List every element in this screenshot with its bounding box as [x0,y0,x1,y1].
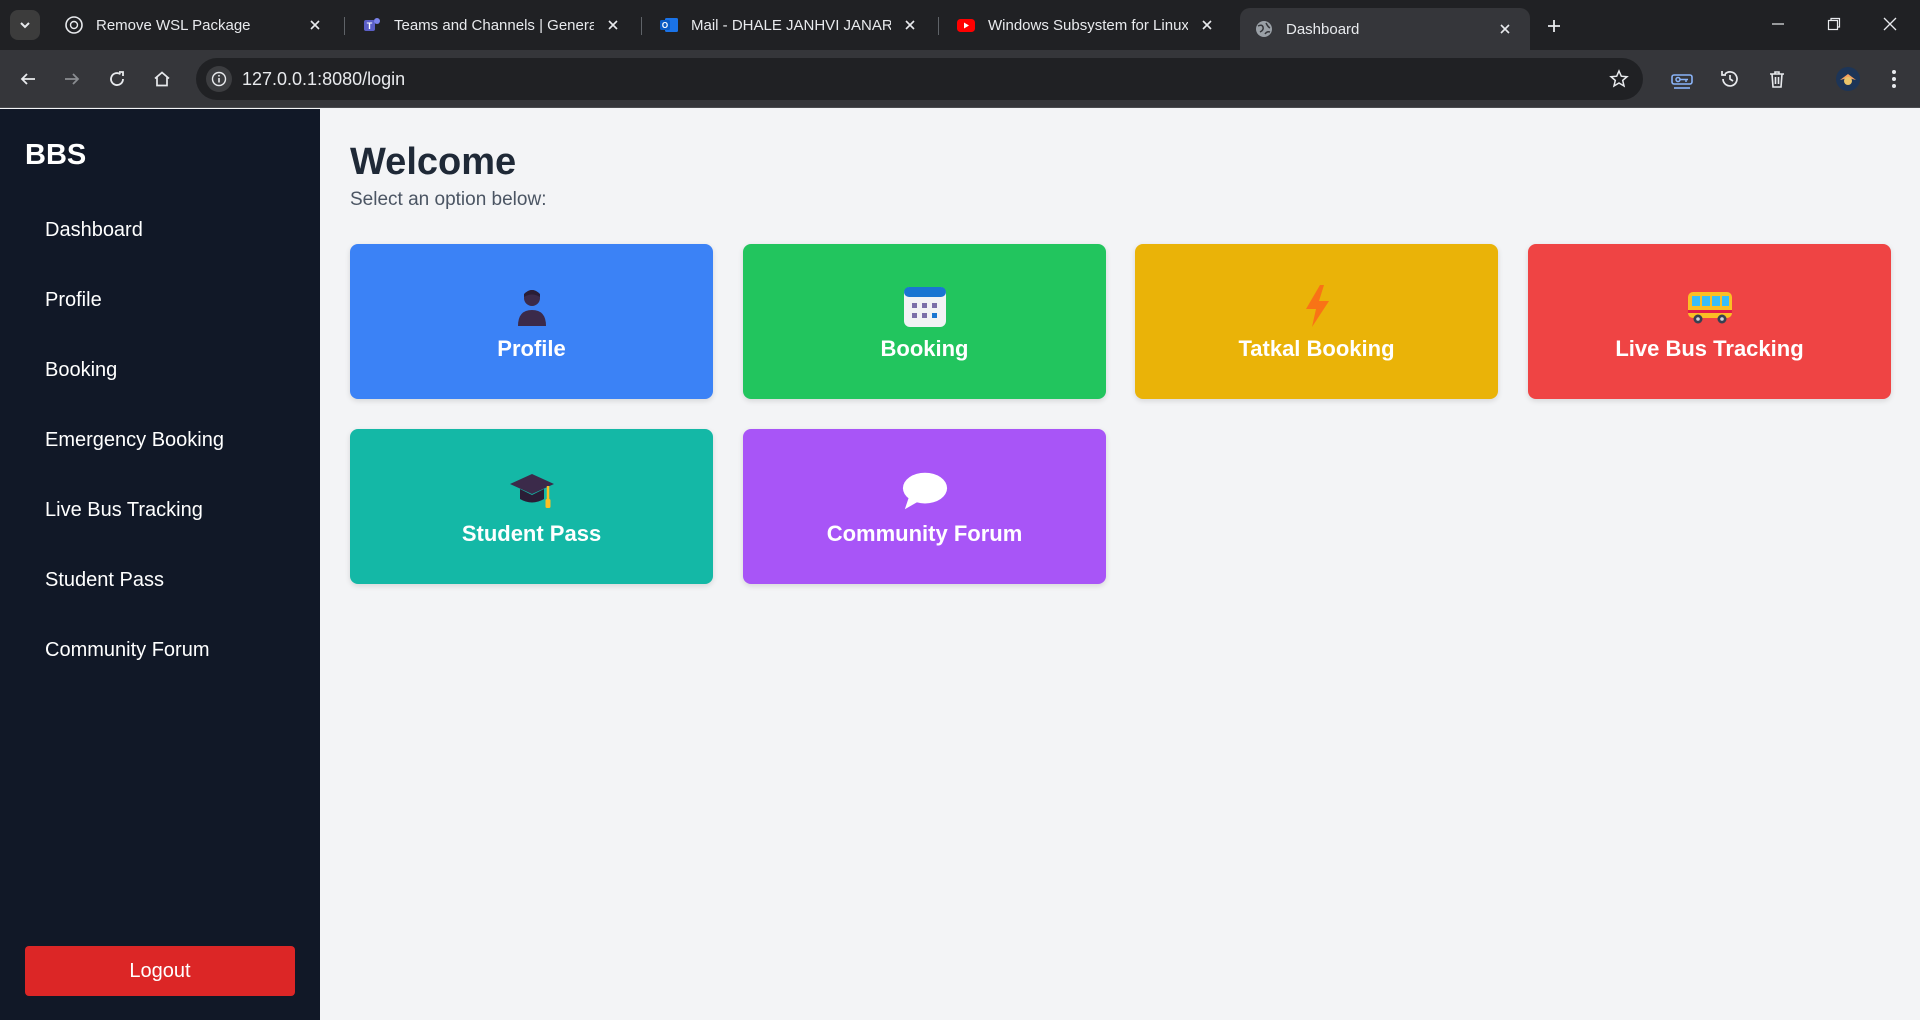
close-icon [1883,17,1897,31]
card-label: Student Pass [461,520,602,546]
close-icon[interactable] [1494,18,1516,40]
tab-title: Dashboard [1286,20,1360,38]
page-subtitle: Select an option below: [350,189,547,210]
card-tatkal-booking[interactable]: Tatkal Booking [1135,244,1498,399]
tab-remove-wsl[interactable]: Remove WSL Package [50,8,340,42]
person-icon [508,282,556,330]
card-label: Community Forum [826,520,1023,546]
sidebar-item-dashboard[interactable]: Dashboard [45,219,143,242]
sidebar-item-live-bus-tracking[interactable]: Live Bus Tracking [45,499,203,522]
bookmark-star-icon[interactable] [1607,67,1631,91]
page-title: Welcome [350,141,517,183]
sidebar-item-booking[interactable]: Booking [45,359,117,382]
tab-title: Remove WSL Package [96,16,251,34]
globe-icon [1256,21,1272,37]
close-icon[interactable] [899,14,921,36]
youtube-icon [957,19,975,32]
calendar-icon [901,282,949,330]
brand-logo: BBS [25,139,87,171]
chatgpt-icon [65,16,83,34]
teams-icon: T [364,18,380,31]
tab-title: Teams and Channels | General | [394,16,594,34]
tab-search-button[interactable] [10,10,40,40]
main-content: Welcome Select an option below: Profile … [320,109,1920,1020]
card-profile[interactable]: Profile [350,244,713,399]
plus-icon [1548,20,1560,32]
forward-button[interactable] [56,63,88,95]
bus-icon [1686,282,1734,330]
svg-text:O: O [662,21,668,30]
new-tab-button[interactable] [1540,12,1568,40]
close-icon[interactable] [304,14,326,36]
password-key-icon[interactable] [1666,63,1698,95]
card-label: Live Bus Tracking [1615,335,1804,361]
window-close-button[interactable] [1868,8,1912,40]
tab-title: Windows Subsystem for Linux r [988,16,1188,34]
tab-separator [938,17,939,35]
history-icon[interactable] [1714,63,1746,95]
url-text[interactable]: 127.0.0.1:8080/login [242,69,405,90]
browser-toolbar: 127.0.0.1:8080/login [0,50,1920,139]
restore-icon [1827,17,1841,31]
graduation-cap-icon [508,467,556,515]
tab-youtube[interactable]: Windows Subsystem for Linux r [942,8,1232,42]
card-live-bus-tracking[interactable]: Live Bus Tracking [1528,244,1891,399]
tab-separator [344,17,345,35]
address-bar[interactable]: 127.0.0.1:8080/login [196,58,1643,100]
card-label: Booking [880,335,969,361]
tab-teams[interactable]: T Teams and Channels | General | [348,8,638,42]
svg-text:T: T [367,21,373,31]
sidebar-item-emergency-booking[interactable]: Emergency Booking [45,429,224,452]
tab-outlook[interactable]: O Mail - DHALE JANHVI JANARDH [645,8,935,42]
arrow-right-icon [65,73,80,85]
reload-button[interactable] [101,63,133,95]
reload-icon [110,71,124,86]
browser-tabstrip: Remove WSL Package T Teams and Channels … [0,0,1920,50]
outlook-icon: O [660,18,678,32]
info-icon[interactable] [206,66,232,92]
back-button[interactable] [12,63,44,95]
sidebar-item-community-forum[interactable]: Community Forum [45,639,209,662]
sidebar-item-profile[interactable]: Profile [45,289,102,312]
card-label: Profile [497,335,566,361]
sidebar: BBS Dashboard Profile Booking Emergency … [0,109,320,1020]
home-icon [154,71,170,87]
arrow-left-icon [20,73,35,85]
card-label: Tatkal Booking [1238,335,1395,361]
logout-button[interactable]: Logout [25,946,295,996]
trash-icon[interactable] [1761,63,1793,95]
card-community-forum[interactable]: Community Forum [743,429,1106,584]
tab-dashboard[interactable]: Dashboard [1240,8,1530,50]
speech-bubble-icon [901,467,949,515]
lightning-icon [1293,282,1341,330]
card-booking[interactable]: Booking [743,244,1106,399]
more-vertical-icon[interactable] [1878,63,1910,95]
card-student-pass[interactable]: Student Pass [350,429,713,584]
tab-separator [641,17,642,35]
close-icon[interactable] [602,14,624,36]
restore-button[interactable] [1812,8,1856,40]
chevron-down-icon [20,22,30,29]
sidebar-item-student-pass[interactable]: Student Pass [45,569,164,592]
close-icon[interactable] [1196,14,1218,36]
avatar[interactable] [1832,63,1864,95]
tab-title: Mail - DHALE JANHVI JANARDH [691,16,891,34]
minimize-icon [1772,23,1784,25]
home-button[interactable] [146,63,178,95]
minimize-button[interactable] [1756,8,1800,40]
